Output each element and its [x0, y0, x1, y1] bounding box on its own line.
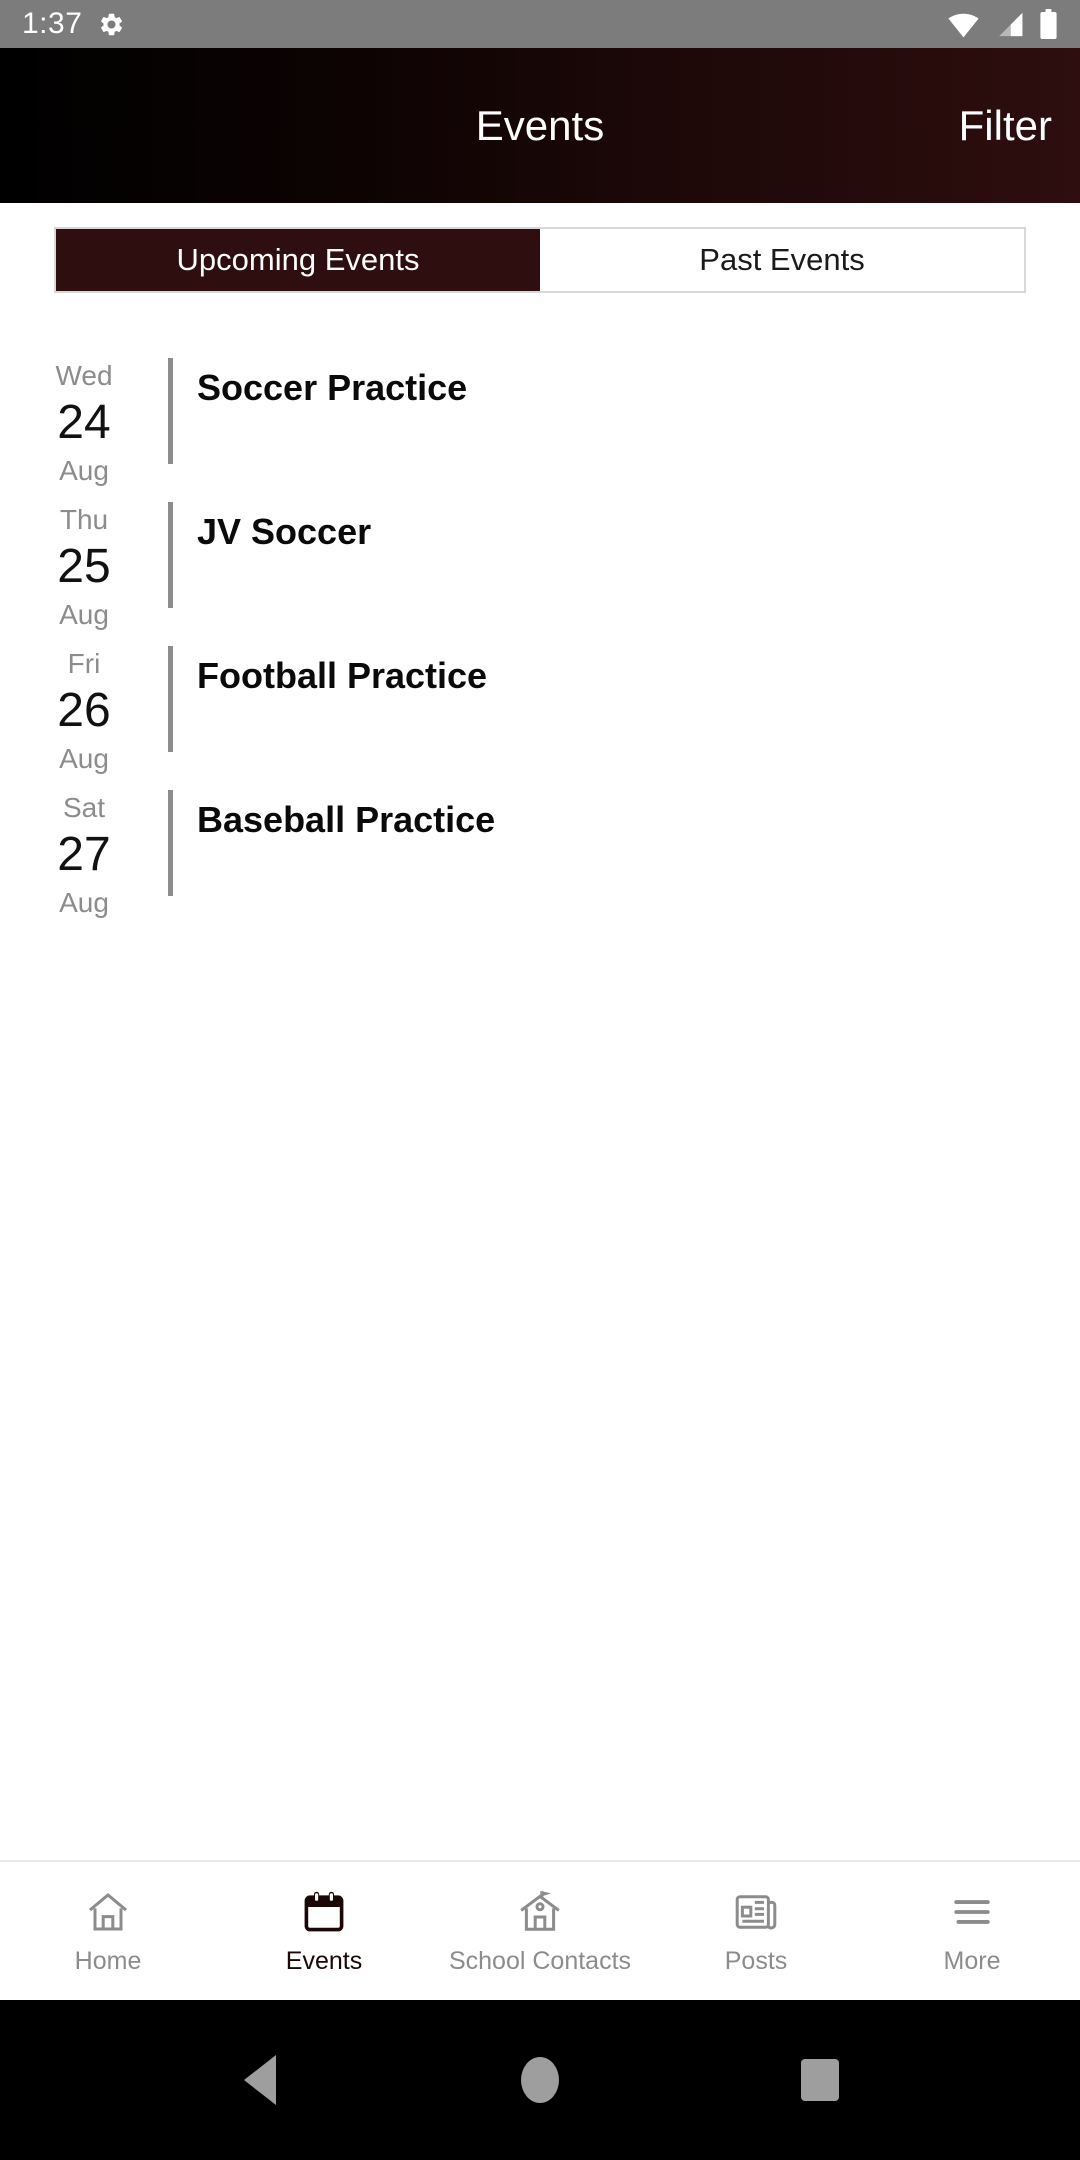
- event-day-of-week: Wed: [55, 360, 113, 391]
- page-title: Events: [475, 101, 605, 149]
- recents-square-icon[interactable]: [775, 2035, 865, 2125]
- event-date: Sat 27 Aug: [0, 776, 168, 922]
- hamburger-icon: [944, 1886, 1000, 1938]
- nav-label-school-contacts: School Contacts: [448, 1947, 632, 1975]
- event-day-number: 27: [57, 828, 111, 881]
- event-title: Soccer Practice: [197, 367, 468, 408]
- cellular-signal-icon: [994, 11, 1025, 38]
- event-title: JV Soccer: [197, 511, 372, 552]
- filter-button[interactable]: Filter: [959, 102, 1052, 150]
- nav-item-school-contacts[interactable]: School Contacts: [432, 1886, 648, 1976]
- event-date: Thu 25 Aug: [0, 488, 168, 634]
- event-day-number: 26: [57, 684, 111, 737]
- events-list: Wed 24 Aug Soccer Practice Thu 25 Aug JV…: [0, 344, 1080, 920]
- status-bar-clock: 1:37: [22, 7, 83, 40]
- back-triangle-icon[interactable]: [215, 2035, 305, 2125]
- nav-label-home: Home: [74, 1947, 142, 1975]
- event-date: Fri 26 Aug: [0, 632, 168, 778]
- battery-icon: [1039, 9, 1058, 39]
- list-item[interactable]: Thu 25 Aug JV Soccer: [0, 488, 1080, 632]
- app-screen: 1:37 Events Filter Upcoming Events Past …: [0, 0, 1080, 2160]
- event-day-number: 24: [57, 396, 111, 449]
- event-month: Aug: [59, 455, 109, 486]
- wifi-icon: [947, 11, 980, 38]
- event-body: Soccer Practice: [173, 344, 1080, 410]
- list-item[interactable]: Sat 27 Aug Baseball Practice: [0, 776, 1080, 920]
- event-body: Football Practice: [173, 632, 1080, 698]
- event-month: Aug: [59, 599, 109, 630]
- status-bar-left: 1:37: [22, 0, 125, 48]
- house-icon: [80, 1886, 136, 1938]
- nav-item-home[interactable]: Home: [0, 1886, 216, 1976]
- event-day-of-week: Fri: [67, 648, 101, 679]
- app-bar: Events Filter: [0, 48, 1080, 203]
- gear-icon: [98, 11, 125, 38]
- schoolhouse-icon: [512, 1886, 568, 1938]
- event-title: Football Practice: [197, 655, 488, 696]
- calendar-icon: [296, 1886, 352, 1938]
- event-day-of-week: Thu: [59, 504, 109, 535]
- nav-item-events[interactable]: Events: [216, 1886, 432, 1976]
- nav-label-more: More: [943, 1947, 1001, 1975]
- events-tab-bar: Upcoming Events Past Events: [54, 227, 1026, 293]
- tab-past-events[interactable]: Past Events: [540, 229, 1024, 291]
- event-day-number: 25: [57, 540, 111, 593]
- bottom-navigation-bar: Home Events School Contacts Posts More: [0, 1860, 1080, 2000]
- newspaper-icon: [728, 1886, 784, 1938]
- event-month: Aug: [59, 743, 109, 774]
- tab-upcoming-events[interactable]: Upcoming Events: [56, 229, 540, 291]
- nav-item-more[interactable]: More: [864, 1886, 1080, 1976]
- event-title: Baseball Practice: [197, 799, 496, 840]
- nav-label-posts: Posts: [724, 1947, 788, 1975]
- nav-label-events: Events: [285, 1947, 363, 1975]
- status-bar-right: [947, 9, 1058, 39]
- event-body: Baseball Practice: [173, 776, 1080, 842]
- home-circle-icon[interactable]: [495, 2035, 585, 2125]
- event-day-of-week: Sat: [62, 792, 106, 823]
- status-bar: 1:37: [0, 0, 1080, 48]
- event-date: Wed 24 Aug: [0, 344, 168, 490]
- event-body: JV Soccer: [173, 488, 1080, 554]
- list-item[interactable]: Fri 26 Aug Football Practice: [0, 632, 1080, 776]
- list-item[interactable]: Wed 24 Aug Soccer Practice: [0, 344, 1080, 488]
- android-system-navigation: [0, 2000, 1080, 2160]
- nav-item-posts[interactable]: Posts: [648, 1886, 864, 1976]
- event-month: Aug: [59, 887, 109, 918]
